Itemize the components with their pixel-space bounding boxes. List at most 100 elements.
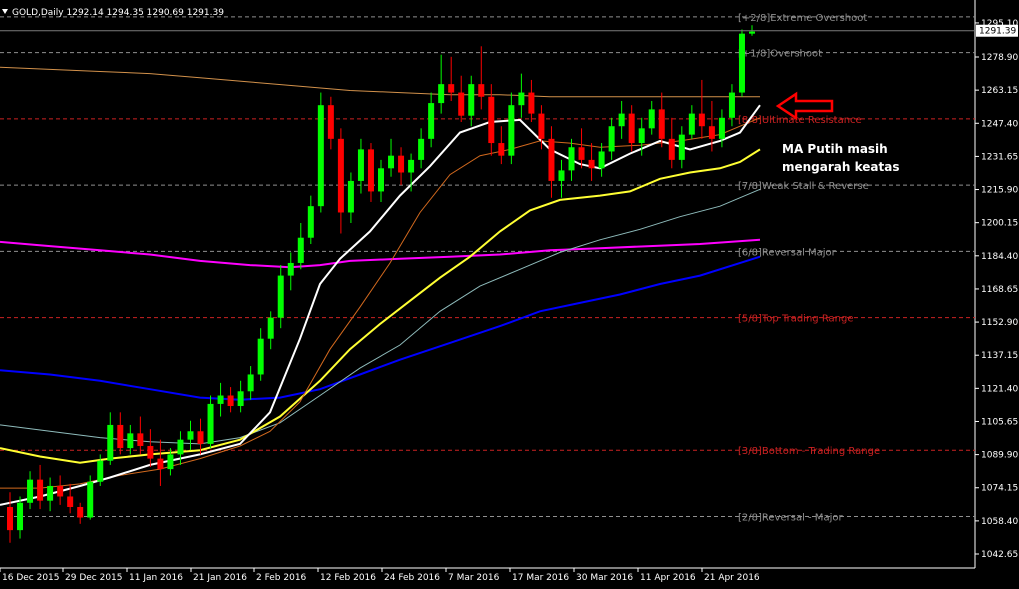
candle-body [438,84,445,104]
candle-body [307,206,314,238]
candle [317,92,324,213]
murrey-level-label: [+1/8]Overshoot [738,49,822,60]
candle-body [347,180,354,213]
candle-body [648,109,655,129]
candle-body [518,92,525,106]
candle-body [127,433,134,449]
murrey-level-label: [5/8]Top Trading Range [738,314,854,325]
candle-body [67,496,74,507]
candle-body [618,113,625,127]
candle-body [718,117,725,139]
candle-body [107,424,114,461]
candle-body [548,138,555,181]
date-tick-label: 21 Apr 2016 [704,573,760,583]
candle-body [698,113,705,127]
candle-body [267,317,274,339]
candle-body [357,149,364,181]
candle-body [608,126,615,152]
candle-body [538,113,545,139]
candle-body [187,431,194,440]
candle-body [27,479,34,503]
murrey-level-label: [6/8]Reversal Major [738,247,837,258]
candle-body [117,424,124,449]
date-tick-label: 2 Feb 2016 [256,573,307,583]
candle [87,475,94,520]
date-tick-label: 12 Feb 2016 [320,573,376,583]
candle-body [558,170,565,181]
candle-body [398,155,405,173]
date-tick-label: 7 Mar 2016 [448,573,500,583]
candle-body [227,395,234,407]
candle-body [749,31,755,34]
annotation-line-2: mengarah keatas [782,160,899,174]
candle-body [528,92,535,114]
candle-body [197,431,204,444]
price-tick-label: 1042.65 [981,550,1018,560]
date-tick-label: 17 Mar 2016 [512,573,569,583]
candle-body [207,403,214,444]
candle-body [327,105,334,139]
date-tick-label: 11 Apr 2016 [640,573,696,583]
price-tick-label: 1247.40 [981,119,1018,129]
candle-body [217,395,224,404]
candle-body [678,134,685,160]
candle-body [277,275,284,318]
price-tick-label: 1089.90 [981,451,1018,461]
candle-body [568,147,575,171]
candle-body [47,485,54,501]
price-chart[interactable]: [+2/8]Extreme Overshoot [+1/8]Overshoot [8… [0,0,1019,589]
candle-body [418,138,425,160]
date-tick-label: 29 Dec 2015 [65,573,123,583]
murrey-level-label: [8/8]Ultimate Resistance [738,115,862,126]
price-tick-label: 1105.65 [981,417,1018,427]
murrey-level-label: [3/8]Bottom - Trading Range [738,446,880,457]
candle-body [147,445,154,459]
candle-body [37,479,44,501]
candle-body [668,138,675,160]
candle-body [287,262,294,276]
price-tick-label: 1168.65 [981,285,1018,295]
candle-body [97,460,104,482]
murrey-level-label: [2/8]Reversal - Major [738,512,843,523]
candle-body [598,151,605,169]
candle-body [588,159,595,169]
date-tick-label: 16 Dec 2015 [2,573,60,583]
candle-body [167,454,174,470]
price-tick-label: 1263.15 [981,86,1018,96]
last-price-label: 1291.39 [979,27,1016,37]
candle-body [157,458,164,470]
candle-body [367,149,374,192]
date-tick-label: 24 Feb 2016 [384,573,440,583]
candle-body [708,126,715,139]
date-tick-label: 21 Jan 2016 [193,573,247,583]
candle-body [7,506,13,531]
date-tick-label: 30 Mar 2016 [576,573,633,583]
candle-body [317,105,324,207]
candle-body [378,168,384,192]
candle [738,29,745,97]
candle-body [137,433,144,446]
price-tick-label: 1184.40 [981,252,1018,262]
candle-body [728,92,735,118]
candle-body [468,84,475,116]
candle-body [478,84,485,97]
candle-body [337,138,344,213]
candle-body [388,155,395,169]
price-tick-label: 1152.90 [981,318,1018,328]
price-tick-label: 1200.15 [981,219,1018,229]
candle-body [297,237,304,263]
price-tick-label: 1278.90 [981,53,1018,63]
candle-body [77,506,84,518]
candle-body [688,113,695,135]
candle-body [177,439,184,455]
price-tick-label: 1058.40 [981,517,1018,527]
candle-body [408,159,415,173]
candle-body [638,128,645,144]
candle-body [17,502,24,531]
candle-body [498,143,505,156]
candle-body [578,147,585,160]
candle-body [448,84,455,93]
candle-body [658,109,665,139]
candle-body [628,113,635,144]
candle-body [428,103,435,139]
